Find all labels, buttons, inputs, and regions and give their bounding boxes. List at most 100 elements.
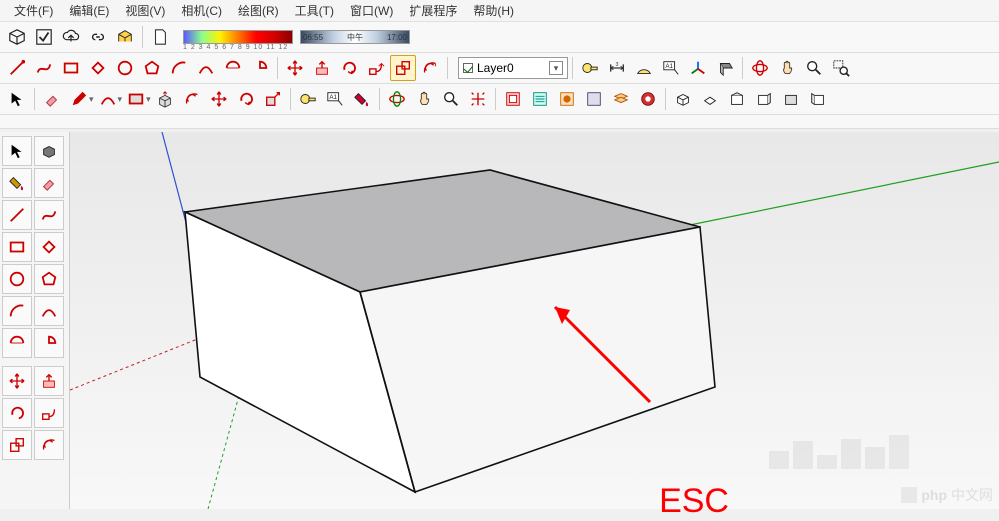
- styles-button[interactable]: [581, 86, 607, 112]
- layers-button[interactable]: [608, 86, 634, 112]
- rotated-rect-tool-button[interactable]: [85, 55, 111, 81]
- move-button-2[interactable]: [206, 86, 232, 112]
- component-palette-button[interactable]: [34, 136, 64, 166]
- arc3-palette-button[interactable]: [2, 328, 32, 358]
- shape-tool-button[interactable]: [123, 86, 149, 112]
- menu-tools[interactable]: 工具(T): [289, 0, 340, 21]
- pencil-tool-button[interactable]: [66, 86, 92, 112]
- left-view-button[interactable]: [805, 86, 831, 112]
- pushpull-tool-button[interactable]: [309, 55, 335, 81]
- menu-draw[interactable]: 绘图(R): [232, 0, 285, 21]
- rectangle-tool-button[interactable]: [58, 55, 84, 81]
- arc2-palette-button[interactable]: [34, 296, 64, 326]
- rotate-tool-button[interactable]: [336, 55, 362, 81]
- arc-tool-button[interactable]: [166, 55, 192, 81]
- top-view-button[interactable]: [697, 86, 723, 112]
- paint-palette-button[interactable]: [2, 168, 32, 198]
- menu-file[interactable]: 文件(F): [8, 0, 59, 21]
- line-tool-button[interactable]: [4, 55, 30, 81]
- section-plane-button[interactable]: [712, 55, 738, 81]
- chevron-down-icon: ▾: [549, 61, 563, 75]
- offset-tool-button[interactable]: [417, 55, 443, 81]
- right-view-button[interactable]: [751, 86, 777, 112]
- zoom-button[interactable]: [801, 55, 827, 81]
- followme-palette-button[interactable]: [34, 398, 64, 428]
- circle-tool-button[interactable]: [112, 55, 138, 81]
- arc3pt-tool-button[interactable]: [220, 55, 246, 81]
- materials-button[interactable]: [554, 86, 580, 112]
- pie-palette-button[interactable]: [34, 328, 64, 358]
- move-tool-button[interactable]: [282, 55, 308, 81]
- arc-palette-button[interactable]: [2, 296, 32, 326]
- followme-tool-button[interactable]: [363, 55, 389, 81]
- menu-view[interactable]: 视图(V): [119, 0, 171, 21]
- time-start-label: 06:55: [303, 31, 323, 45]
- pan-button[interactable]: [774, 55, 800, 81]
- watermark-prefix: php: [921, 487, 947, 503]
- rotate-button-2[interactable]: [233, 86, 259, 112]
- rect-palette-button[interactable]: [2, 232, 32, 262]
- scale-tool-button[interactable]: [390, 55, 416, 81]
- menu-window[interactable]: 窗口(W): [344, 0, 399, 21]
- scenes-button[interactable]: [635, 86, 661, 112]
- polygon-palette-button[interactable]: [34, 264, 64, 294]
- pie-tool-button[interactable]: [247, 55, 273, 81]
- offset-palette-button[interactable]: [34, 430, 64, 460]
- protractor-button[interactable]: [631, 55, 657, 81]
- link-button[interactable]: [85, 24, 111, 50]
- pushpull-palette-button[interactable]: [34, 366, 64, 396]
- orbit-button[interactable]: [747, 55, 773, 81]
- layer-current-label: Layer0: [477, 61, 514, 75]
- tape-button-2[interactable]: [295, 86, 321, 112]
- freehand-tool-button[interactable]: [31, 55, 57, 81]
- new-page-button[interactable]: [147, 24, 173, 50]
- warehouse-button[interactable]: [112, 24, 138, 50]
- menu-edit[interactable]: 编辑(E): [63, 0, 115, 21]
- zoom-button-2[interactable]: [438, 86, 464, 112]
- iso-view-button[interactable]: [670, 86, 696, 112]
- circle-palette-button[interactable]: [2, 264, 32, 294]
- pan-button-2[interactable]: [411, 86, 437, 112]
- text-button-2[interactable]: A1: [322, 86, 348, 112]
- tape-measure-button[interactable]: [577, 55, 603, 81]
- viewport-3d[interactable]: ESC php 中文网: [70, 132, 999, 509]
- color-gradient-bar[interactable]: [183, 30, 293, 44]
- arc2pt-tool-button[interactable]: [193, 55, 219, 81]
- eraser-tool-button[interactable]: [39, 86, 65, 112]
- line-palette-button[interactable]: [2, 200, 32, 230]
- zoom-window-button[interactable]: [828, 55, 854, 81]
- menu-camera[interactable]: 相机(C): [175, 0, 228, 21]
- move-palette-button[interactable]: [2, 366, 32, 396]
- zoom-extents-button[interactable]: [465, 86, 491, 112]
- rotrect-palette-button[interactable]: [34, 232, 64, 262]
- model-info-button[interactable]: [4, 24, 30, 50]
- front-view-button[interactable]: [724, 86, 750, 112]
- freehand-palette-button[interactable]: [34, 200, 64, 230]
- rotate-palette-button[interactable]: [2, 398, 32, 428]
- orbit-button-2[interactable]: [384, 86, 410, 112]
- validate-button[interactable]: [31, 24, 57, 50]
- outliner-button[interactable]: [527, 86, 553, 112]
- eraser-palette-button[interactable]: [34, 168, 64, 198]
- menu-help[interactable]: 帮助(H): [467, 0, 520, 21]
- shadow-time-bar[interactable]: 06:55 中午 17:00: [300, 30, 410, 44]
- select-tool-button[interactable]: [4, 86, 30, 112]
- component-button[interactable]: [500, 86, 526, 112]
- layer-dropdown[interactable]: Layer0 ▾: [458, 57, 568, 79]
- svg-text:3: 3: [616, 62, 619, 68]
- pushpull-button-2[interactable]: [152, 86, 178, 112]
- offset-button-2[interactable]: [179, 86, 205, 112]
- scale-button-2[interactable]: [260, 86, 286, 112]
- select-palette-button[interactable]: [2, 136, 32, 166]
- watermark-text: 中文网: [951, 485, 993, 505]
- dimension-button[interactable]: 3: [604, 55, 630, 81]
- menu-extensions[interactable]: 扩展程序: [403, 0, 463, 21]
- paint-bucket-button[interactable]: [349, 86, 375, 112]
- axes-tool-button[interactable]: [685, 55, 711, 81]
- scale-palette-button[interactable]: [2, 430, 32, 460]
- text-tool-button[interactable]: A1: [658, 55, 684, 81]
- arc-tool-button-2[interactable]: [95, 86, 121, 112]
- back-view-button[interactable]: [778, 86, 804, 112]
- cloud-upload-button[interactable]: [58, 24, 84, 50]
- polygon-tool-button[interactable]: [139, 55, 165, 81]
